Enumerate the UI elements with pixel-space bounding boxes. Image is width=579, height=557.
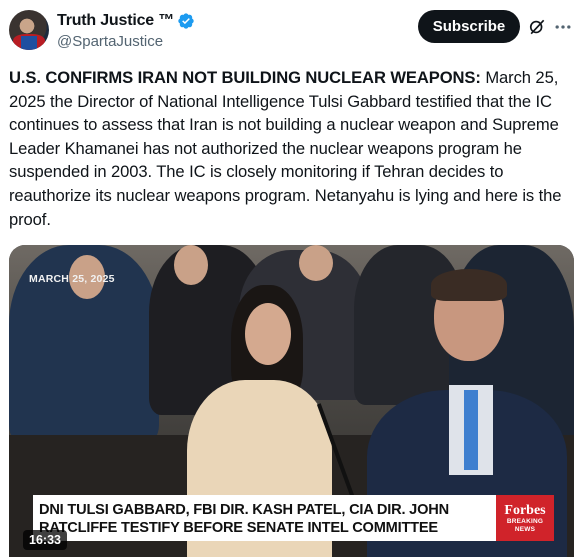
video-date-overlay: MARCH 25, 2025 xyxy=(29,273,115,285)
tweet-headline: U.S. CONFIRMS IRAN NOT BUILDING NUCLEAR … xyxy=(9,68,481,87)
avatar-suit xyxy=(21,36,37,50)
verified-badge-icon xyxy=(178,13,194,29)
second-speaker-tie xyxy=(464,390,478,470)
handle[interactable]: @SpartaJustice xyxy=(57,33,163,50)
more-options-icon[interactable] xyxy=(553,17,573,37)
subscribe-button[interactable]: Subscribe xyxy=(418,10,520,43)
video-player[interactable]: MARCH 25, 2025 DNI TULSI GABBARD, FBI DI… xyxy=(9,245,574,557)
second-speaker-hair xyxy=(431,269,507,301)
background-face xyxy=(299,245,333,281)
video-caption: DNI TULSI GABBARD, FBI DIR. KASH PATEL, … xyxy=(39,502,449,536)
forbes-logo: Forbes BREAKING NEWS xyxy=(496,495,554,541)
display-name[interactable]: Truth Justice ™ xyxy=(57,12,174,30)
tweet-header: Truth Justice ™ @SpartaJustice Subscribe xyxy=(0,0,579,64)
breaking-news-label: BREAKING NEWS xyxy=(506,517,544,533)
grok-icon[interactable] xyxy=(527,17,547,37)
name-row: Truth Justice ™ xyxy=(57,12,195,30)
tweet-body: March 25, 2025 the Director of National … xyxy=(9,68,562,229)
background-face xyxy=(174,245,208,285)
tweet-text: U.S. CONFIRMS IRAN NOT BUILDING NUCLEAR … xyxy=(9,66,574,231)
video-duration: 16:33 xyxy=(23,530,67,550)
forbes-wordmark: Forbes xyxy=(504,502,546,518)
avatar[interactable] xyxy=(9,10,49,50)
speaker-face xyxy=(245,303,291,365)
